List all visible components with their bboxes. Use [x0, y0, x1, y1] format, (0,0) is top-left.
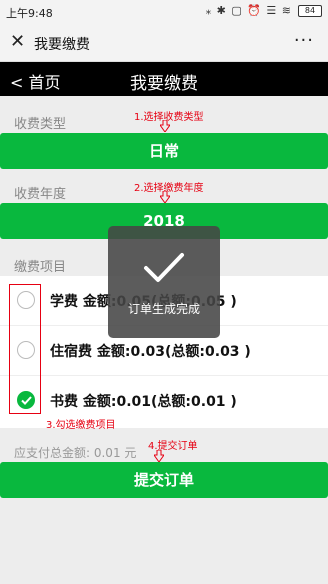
fee-type-selector[interactable]: 日常 [0, 133, 328, 169]
annotation-highlight-box [9, 284, 41, 414]
status-bar: 上午9:48 ⁎ ✱ ▢ ⏰ ☰ ≋ 84 [0, 0, 328, 24]
fee-item-text: 住宿费 金额:0.03(总额:0.03 ) [50, 344, 251, 360]
wechat-title-bar: ✕ 我要缴费 ··· [0, 24, 328, 62]
submit-order-button[interactable]: 提交订单 [0, 462, 328, 498]
toast-message: 订单生成完成 [127, 302, 200, 316]
battery-icon: 84 [298, 5, 322, 17]
annotation-arrow-icon [160, 191, 170, 203]
fee-items-annotation: 3.勾选缴费项目 [46, 420, 116, 431]
status-time: 上午9:48 [6, 7, 53, 20]
back-home-link[interactable]: < 首页 [10, 69, 61, 93]
status-icons: ⁎ ✱ ▢ ⏰ ☰ ≋ [205, 4, 292, 17]
toast: 订单生成完成 [108, 226, 220, 338]
success-check-icon [144, 253, 184, 282]
fee-item-text: 书费 金额:0.01(总额:0.01 ) [50, 394, 237, 410]
page-navbar: 我要缴费 < 首页 [0, 62, 328, 96]
fee-type-label: 收费类型 [14, 117, 67, 132]
annotation-arrow-icon [154, 450, 164, 462]
fee-year-label: 收费年度 [14, 187, 67, 202]
wechat-title: 我要缴费 [34, 37, 90, 53]
annotation-arrow-icon [160, 120, 170, 132]
more-icon[interactable]: ··· [294, 30, 314, 51]
total-amount: 应支付总金额: 0.01 元 [14, 446, 137, 460]
fee-items-label: 缴费项目 [14, 260, 67, 275]
close-icon[interactable]: ✕ [10, 32, 25, 52]
